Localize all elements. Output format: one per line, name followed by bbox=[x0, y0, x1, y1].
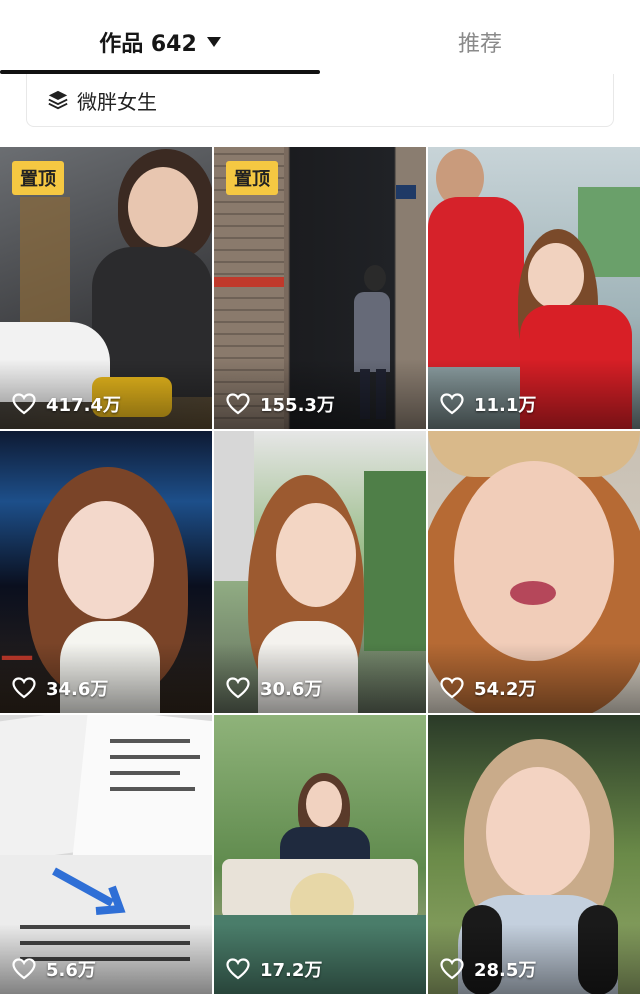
pinned-badge: 置顶 bbox=[226, 161, 278, 195]
video-tile[interactable]: 5.6万 bbox=[0, 715, 212, 994]
heart-icon bbox=[226, 958, 250, 980]
video-tile[interactable]: — 34.6万 bbox=[0, 431, 212, 713]
pinned-badge: 置顶 bbox=[12, 161, 64, 195]
like-count-value: 28.5万 bbox=[474, 960, 537, 981]
video-tile[interactable]: 17.2万 bbox=[214, 715, 426, 994]
video-tile[interactable]: 11.1万 bbox=[428, 147, 640, 429]
heart-icon bbox=[440, 393, 464, 415]
like-count-value: 417.4万 bbox=[46, 395, 121, 416]
like-count-value: 30.6万 bbox=[260, 679, 323, 700]
heart-icon bbox=[226, 393, 250, 415]
like-count: 5.6万 bbox=[12, 956, 96, 982]
video-tile[interactable]: 30.6万 bbox=[214, 431, 426, 713]
like-count-value: 54.2万 bbox=[474, 679, 537, 700]
like-count: 54.2万 bbox=[440, 675, 536, 701]
tab-works-label: 作品 642 bbox=[99, 32, 197, 57]
layers-icon bbox=[48, 90, 68, 110]
heart-icon bbox=[12, 677, 36, 699]
caret-down-icon[interactable] bbox=[206, 37, 221, 47]
heart-icon bbox=[440, 958, 464, 980]
like-count-value: 5.6万 bbox=[46, 960, 96, 981]
collection-chip[interactable]: 微胖女生 bbox=[26, 74, 614, 127]
heart-icon bbox=[226, 677, 250, 699]
heart-icon bbox=[12, 958, 36, 980]
like-count-value: 34.6万 bbox=[46, 679, 109, 700]
video-tile[interactable]: 置顶 155.3万 bbox=[214, 147, 426, 429]
like-count: 417.4万 bbox=[12, 391, 121, 417]
video-tile[interactable]: 28.5万 bbox=[428, 715, 640, 994]
tab-bar: 作品 642 推荐 bbox=[0, 0, 640, 76]
like-count: 11.1万 bbox=[440, 391, 536, 417]
like-count-value: 155.3万 bbox=[260, 395, 335, 416]
tab-works[interactable]: 作品 642 bbox=[0, 20, 320, 64]
video-tile[interactable]: 置顶 417.4万 bbox=[0, 147, 212, 429]
like-count: 30.6万 bbox=[226, 675, 322, 701]
like-count: 34.6万 bbox=[12, 675, 108, 701]
like-count-value: 17.2万 bbox=[260, 960, 323, 981]
heart-icon bbox=[440, 677, 464, 699]
video-tile[interactable]: 54.2万 bbox=[428, 431, 640, 713]
collection-label: 微胖女生 bbox=[77, 89, 157, 114]
like-count: 28.5万 bbox=[440, 956, 536, 982]
tab-recommend[interactable]: 推荐 bbox=[320, 20, 640, 64]
heart-icon bbox=[12, 393, 36, 415]
like-count: 155.3万 bbox=[226, 391, 335, 417]
tab-recommend-label: 推荐 bbox=[457, 32, 502, 57]
like-count-value: 11.1万 bbox=[474, 395, 537, 416]
like-count: 17.2万 bbox=[226, 956, 322, 982]
